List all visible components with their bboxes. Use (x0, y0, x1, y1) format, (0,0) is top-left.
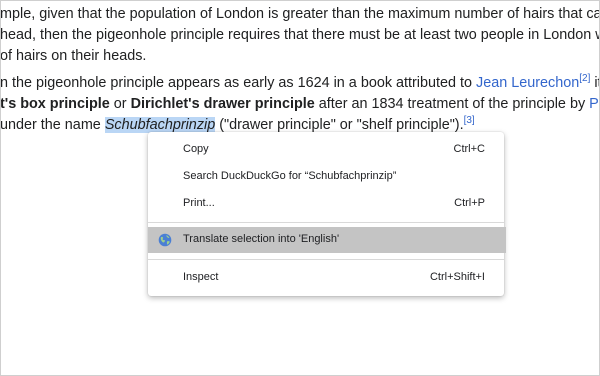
bold-term: t's box principle (0, 96, 110, 112)
article-text: n the pigeonhole principle appears as ea… (0, 75, 477, 91)
menu-item-print[interactable]: Print... Ctrl+P (148, 191, 504, 217)
article-text: it is com (594, 75, 599, 91)
article-text: ("drawer principle" or "shelf principle"… (215, 117, 464, 133)
menu-separator (148, 222, 504, 223)
menu-item-shortcut: Ctrl+P (454, 197, 485, 209)
link-peter-gustav[interactable]: Peter Gus (589, 96, 599, 112)
menu-item-label: Inspect (183, 271, 219, 283)
menu-item-inspect[interactable]: Inspect Ctrl+Shift+I (148, 265, 504, 291)
article-line: of hairs on their heads. (0, 48, 147, 64)
article-text: or (109, 96, 131, 112)
link-jean-leurechon[interactable]: Jean Leurechon (476, 75, 579, 91)
selected-text[interactable]: Schubfachprinzip (104, 117, 216, 133)
menu-item-copy[interactable]: Copy Ctrl+C (148, 137, 504, 163)
bold-term: Dirichlet's drawer principle (130, 96, 315, 112)
citation-link[interactable]: [3] (464, 115, 475, 126)
menu-item-shortcut: Ctrl+C (453, 143, 485, 155)
article-line: head, then the pigeonhole principle requ… (0, 27, 600, 43)
article-line: mple, given that the population of Londo… (0, 6, 600, 22)
browser-viewport: mple, given that the population of Londo… (0, 0, 600, 376)
article-line: t's box principle or Dirichlet's drawer … (0, 94, 599, 115)
article-text: after an 1834 treatment of the principle… (314, 96, 590, 112)
menu-separator (148, 259, 504, 260)
menu-item-translate[interactable]: Translate selection into 'English' (148, 227, 506, 253)
menu-item-label: Print... (183, 197, 215, 209)
menu-item-label: Copy (183, 143, 209, 155)
citation-link[interactable]: [2] (579, 73, 590, 84)
menu-item-search[interactable]: Search DuckDuckGo for “Schubfachprinzip” (148, 164, 504, 190)
article-text: under the name (0, 117, 105, 133)
menu-item-shortcut: Ctrl+Shift+I (429, 271, 485, 283)
context-menu: Copy Ctrl+C Search DuckDuckGo for “Schub… (148, 132, 506, 296)
article-line: n the pigeonhole principle appears as ea… (0, 73, 599, 94)
globe-icon (158, 233, 172, 247)
menu-item-label: Search DuckDuckGo for “Schubfachprinzip” (183, 170, 397, 182)
menu-item-label: Translate selection into 'English' (183, 233, 340, 245)
